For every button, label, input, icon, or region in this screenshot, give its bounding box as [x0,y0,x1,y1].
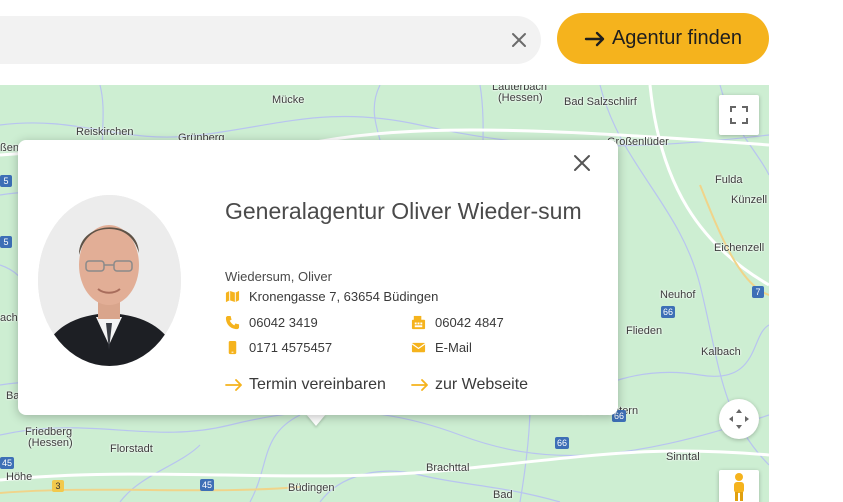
find-agency-label: Agentur finden [611,27,743,49]
mobile-row[interactable]: 0171 4575457 [225,340,332,355]
road-shield: 3 [52,480,64,492]
map-label: Brachttal [426,462,470,474]
map-label: ach [0,312,18,324]
address-text: Kronengasse 7, 63654 Büdingen [249,289,439,304]
arrow-right-icon [584,31,605,46]
map-label: Fulda [715,174,743,186]
appointment-label: Termin vereinbaren [249,376,386,393]
camera-control-button[interactable] [719,399,759,439]
road-shield: 5 [0,175,12,187]
map-label: Florstadt [110,443,153,455]
map-label: (Hessen) [28,437,73,449]
fax-row: 06042 4847 [411,315,504,330]
road-shield: 7 [752,286,764,298]
map-label: Kalbach [701,346,741,358]
find-agency-button[interactable]: Agentur finden [557,13,769,64]
fax-icon [411,315,426,330]
mobile-icon [228,340,237,355]
close-card-button[interactable] [572,153,592,173]
map-label: Bad [493,489,513,501]
phone-number: 06042 3419 [249,315,318,330]
website-label: zur Webseite [435,376,529,393]
pegman-icon [734,473,744,501]
email-text: E-Mail [435,340,472,355]
website-link[interactable]: zur Webseite [411,376,528,394]
road-shield: 45 [0,457,15,469]
map-label: Höhe [6,471,33,483]
road-shield: 45 [200,479,215,491]
navigation-icon [729,409,749,429]
fullscreen-button[interactable] [719,95,759,135]
map-label: (Hessen) [498,92,543,104]
road-shield: 66 [661,306,676,318]
close-icon [574,155,590,171]
map-label: Sinntal [666,451,700,463]
map-label: Künzell [731,194,768,206]
map-address-icon [225,290,240,303]
card-pointer [306,414,326,426]
agency-finder-page: Agentur finden Mücke Lauterbach (Hessen)… [0,0,843,502]
search-input[interactable] [0,16,541,64]
map-label: Eichenzell [714,242,765,254]
map-label: Reiskirchen [76,126,134,138]
street-view-button[interactable] [719,470,759,502]
agent-portrait-icon [38,195,181,366]
mail-icon [411,342,426,353]
mobile-number: 0171 4575457 [249,340,333,355]
agent-photo [38,195,181,366]
road-shield: 66 [555,437,570,449]
address-row: Kronengasse 7, 63654 Büdingen [225,289,438,304]
map-label: Mücke [272,94,305,106]
fullscreen-icon [730,106,748,124]
agency-owner: Wiedersum, Oliver [225,269,332,284]
map-label: Neuhof [660,289,696,301]
map-label: Flieden [626,325,663,337]
map-label: Büdingen [288,482,335,494]
email-link[interactable]: E-Mail [411,340,472,355]
close-icon [512,33,526,47]
arrow-right-icon [411,379,428,391]
map-label: ßen [0,142,19,154]
arrow-right-icon [225,379,242,391]
clear-search-button[interactable] [507,28,531,52]
phone-icon [225,315,240,330]
agency-title: Generalagentur Oliver Wieder-sum [225,198,582,224]
appointment-link[interactable]: Termin vereinbaren [225,376,386,394]
map-label: Bad Salzschlirf [564,96,637,108]
fax-number: 06042 4847 [435,315,504,330]
road-shield: 5 [0,236,12,248]
phone-row[interactable]: 06042 3419 [225,315,318,330]
